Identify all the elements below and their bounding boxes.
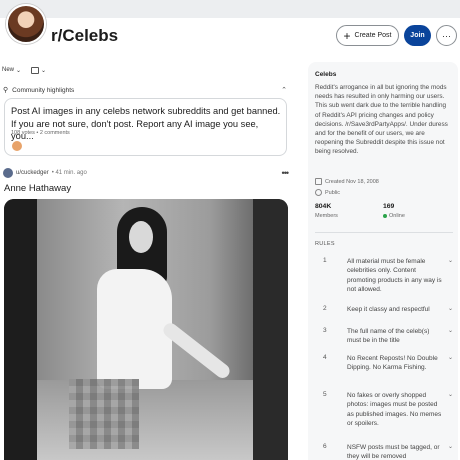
chevron-down-icon: ⌄	[16, 67, 22, 74]
chevron-down-icon: ⌄	[41, 67, 47, 74]
post-title[interactable]: Anne Hathaway	[4, 183, 71, 194]
rule-text: The full name of the celeb(s) must be in…	[347, 328, 430, 345]
globe-icon	[315, 189, 322, 196]
image-letterbox-left	[4, 199, 37, 460]
rule-text: Keep it classy and respectful	[347, 306, 430, 313]
subreddit-title: r/Celebs	[51, 26, 119, 45]
rule-number: 5	[323, 391, 327, 398]
rule-text: All material must be female celebrities …	[347, 258, 442, 294]
sort-dropdown[interactable]: New ⌄	[2, 67, 21, 74]
members-label: Members	[315, 213, 338, 219]
pixelated-region	[69, 379, 139, 449]
post-more-button[interactable]: •••	[282, 168, 290, 178]
view-dropdown[interactable]: ⌄	[31, 66, 47, 74]
rule-item[interactable]: 6 NSFW posts must be tagged, or they wil…	[315, 443, 455, 460]
photo-content	[37, 199, 253, 460]
rule-text: No fakes or overly shopped photos: image…	[347, 392, 442, 428]
rule-item[interactable]: 2 Keep it classy and respectful ⌄	[315, 305, 455, 314]
community-sidebar: Celebs Reddit's arrogance in all but ign…	[308, 62, 458, 460]
post-time: • 41 min. ago	[51, 169, 87, 176]
collapse-highlights-button[interactable]: ⌃	[281, 86, 287, 94]
community-highlights-label: Community highlights	[12, 86, 75, 94]
image-letterbox-right	[253, 199, 288, 460]
rule-item[interactable]: 4 No Recent Reposts! No Double Dipping. …	[315, 354, 455, 373]
photo-shirt	[97, 269, 172, 389]
chevron-down-icon: ⌄	[447, 328, 453, 334]
rule-item[interactable]: 5 No fakes or overly shopped photos: ima…	[315, 391, 455, 429]
rule-item[interactable]: 1 All material must be female celebritie…	[315, 257, 455, 295]
rule-item[interactable]: 3 The full name of the celeb(s) must be …	[315, 327, 455, 346]
post-image[interactable]	[4, 199, 288, 460]
chevron-down-icon: ⌄	[447, 444, 453, 450]
rules-header: RULES	[315, 241, 335, 247]
rule-number: 4	[323, 354, 327, 361]
post-meta: u/cuckedger • 41 min. ago •••	[3, 167, 290, 178]
card-view-icon	[31, 66, 40, 74]
sort-value: New	[2, 67, 15, 73]
chevron-down-icon: ⌄	[447, 355, 453, 361]
feed-sort-bar: New ⌄ ⌄	[2, 64, 46, 76]
photo-face	[129, 221, 153, 253]
highlight-title[interactable]: Post AI images in any celebs network sub…	[11, 105, 283, 143]
sidebar-divider	[315, 232, 453, 233]
rule-number: 1	[323, 257, 327, 264]
cake-icon	[315, 178, 322, 185]
members-label-text: Members	[315, 213, 338, 219]
sidebar-title: Celebs	[315, 71, 337, 78]
subreddit-avatar[interactable]	[6, 4, 46, 44]
post-author[interactable]: u/cuckedger	[16, 170, 49, 176]
create-post-label: Create Post	[354, 32, 392, 39]
join-button[interactable]: Join	[404, 25, 431, 46]
rule-number: 3	[323, 327, 327, 334]
online-label-text: Online	[389, 213, 405, 219]
chevron-down-icon: ⌄	[447, 306, 453, 312]
rule-text: No Recent Reposts! No Double Dipping. No…	[347, 355, 438, 372]
chevron-down-icon: ⌄	[447, 258, 453, 264]
chevron-down-icon: ⌄	[447, 392, 453, 398]
highlight-author-avatar	[12, 141, 22, 151]
rule-number: 6	[323, 443, 327, 450]
online-dot-icon	[383, 214, 387, 218]
visibility-row: Public	[315, 189, 340, 196]
sidebar-description: Reddit's arrogance in all but ignoring t…	[315, 84, 448, 156]
highlight-icon: ⚲	[3, 87, 9, 94]
members-count: 804K	[315, 203, 332, 210]
online-label: Online	[383, 213, 405, 219]
author-avatar[interactable]	[3, 167, 13, 178]
create-post-button[interactable]: + Create Post	[336, 25, 399, 46]
rule-text: NSFW posts must be tagged, or they will …	[347, 444, 440, 460]
created-date: Created Nov 18, 2008	[325, 178, 379, 185]
subreddit-header: r/Celebs + Create Post Join ···	[0, 0, 460, 58]
created-row: Created Nov 18, 2008	[315, 178, 379, 185]
visibility-label: Public	[325, 189, 340, 196]
highlight-meta: 108 votes • 2 comments	[11, 130, 70, 136]
online-count: 169	[383, 203, 395, 210]
more-options-button[interactable]: ···	[436, 25, 457, 46]
community-highlights-header: ⚲ Community highlights ⌃	[3, 85, 287, 95]
rule-number: 2	[323, 305, 327, 312]
plus-icon: +	[343, 28, 351, 43]
highlight-card[interactable]: Post AI images in any celebs network sub…	[4, 98, 287, 156]
